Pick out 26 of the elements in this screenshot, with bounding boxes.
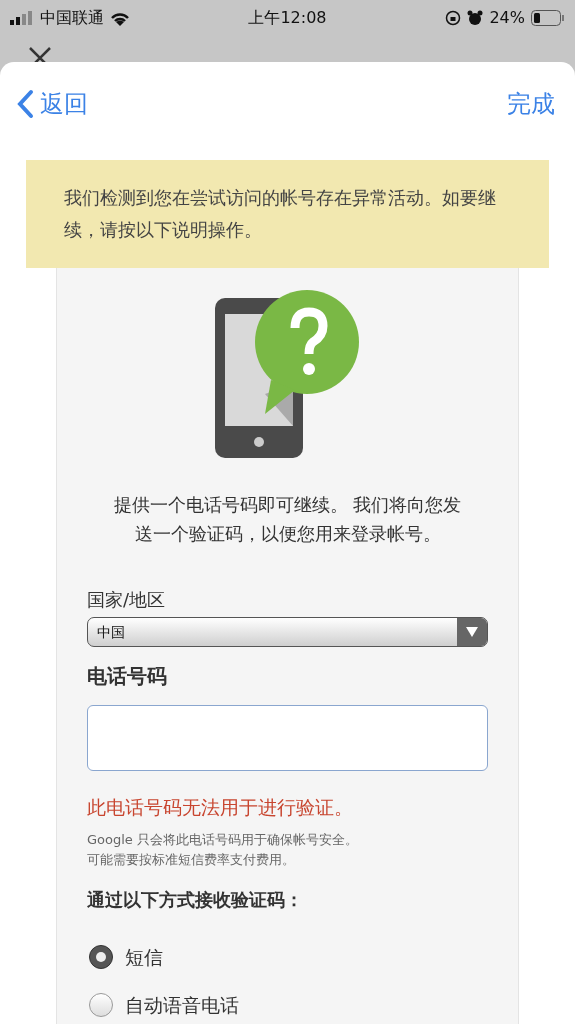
country-select[interactable]: 中国 <box>87 617 488 647</box>
clock-time: 上午12:08 <box>247 7 328 29</box>
phone-label: 电话号码 <box>87 663 168 690</box>
note-text: 可能需要按标准短信费率支付费用。 <box>87 850 296 869</box>
done-button[interactable]: 完成 <box>507 86 559 122</box>
battery-percent: 24% <box>489 7 525 29</box>
wifi-icon <box>110 10 130 26</box>
phone-input-field[interactable] <box>87 705 488 771</box>
chevron-left-icon <box>16 89 34 119</box>
rotation-lock-icon <box>445 10 462 26</box>
intro-text: 提供一个电话号码即可继续。 我们将向您发送一个验证码，以便您用来登录帐号。 <box>112 493 463 546</box>
radio-button[interactable] <box>89 944 113 969</box>
method-heading: 通过以下方式接收验证码： <box>87 887 304 912</box>
caret-down-icon <box>466 627 478 637</box>
method-option-label: 自动语音电话 <box>125 993 239 1018</box>
error-message: 此电话号码无法用于进行验证。 <box>87 795 354 820</box>
method-option-label: 短信 <box>125 944 163 970</box>
back-button[interactable]: 返回 <box>16 86 88 122</box>
country-label: 国家/地区 <box>87 588 167 612</box>
warning-banner: 我们检测到您在尝试访问的帐号存在异常活动。如要继续，请按以下说明操作。 <box>26 160 549 268</box>
close-icon <box>28 46 52 62</box>
signal-icon <box>10 11 34 25</box>
carrier-name: 中国联通 <box>40 7 104 29</box>
note-text: Google 只会将此电话号码用于确保帐号安全。 <box>87 830 359 849</box>
radio-button[interactable] <box>89 993 113 1018</box>
battery-icon <box>531 10 565 26</box>
